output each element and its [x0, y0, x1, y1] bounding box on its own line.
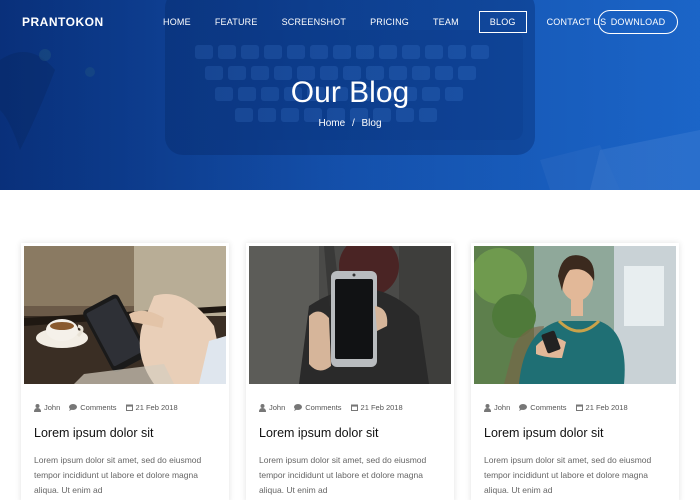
blog-card-date: 21 Feb 2018	[360, 403, 403, 412]
calendar-icon	[125, 404, 133, 411]
nav-item-team[interactable]: TEAM	[421, 11, 471, 33]
blog-card-comments[interactable]: Comments	[305, 403, 341, 412]
nav-item-screenshot[interactable]: SCREENSHOT	[270, 11, 359, 33]
blog-card-image-hand-phone[interactable]	[249, 246, 451, 384]
blog-card-image-woman-phone[interactable]	[474, 246, 676, 384]
nav-item-blog[interactable]: BLOG	[478, 11, 527, 33]
nav-item-pricing[interactable]: PRICING	[358, 11, 421, 33]
blog-card-author[interactable]: John	[269, 403, 285, 412]
comment-icon	[519, 404, 528, 411]
blog-card-title[interactable]: Lorem ipsum dolor sit	[474, 426, 676, 440]
blog-card: John Comments 21 Feb 2018 Lorem ipsum do…	[246, 243, 454, 500]
comment-icon	[294, 404, 303, 411]
breadcrumb-separator: /	[351, 118, 355, 129]
blog-card-excerpt: Lorem ipsum dolor sit amet, sed do eiusm…	[259, 455, 427, 495]
blog-card-image-phone-coffee[interactable]	[24, 246, 226, 384]
blog-card-list: John Comments 21 Feb 2018 Lorem ipsum do…	[21, 243, 679, 500]
blog-card-meta: John Comments 21 Feb 2018	[24, 403, 226, 412]
brand-logo[interactable]: PRANTOKON	[22, 15, 104, 29]
blog-card: John Comments 21 Feb 2018 Lorem ipsum do…	[471, 243, 679, 500]
breadcrumb: Home / Blog	[0, 118, 700, 129]
user-icon	[484, 403, 491, 412]
blog-card-comments[interactable]: Comments	[80, 403, 116, 412]
nav-item-home[interactable]: HOME	[151, 11, 203, 33]
blog-card-author[interactable]: John	[494, 403, 510, 412]
blog-card-excerpt: Lorem ipsum dolor sit amet, sed do eiusm…	[484, 455, 652, 495]
blog-card-date: 21 Feb 2018	[585, 403, 628, 412]
user-icon	[259, 403, 266, 412]
blog-card-author[interactable]: John	[44, 403, 60, 412]
blog-card-title[interactable]: Lorem ipsum dolor sit	[24, 426, 226, 440]
blog-card-comments[interactable]: Comments	[530, 403, 566, 412]
breadcrumb-current: Blog	[361, 118, 382, 129]
blog-card-excerpt: Lorem ipsum dolor sit amet, sed do eiusm…	[34, 455, 202, 495]
user-icon	[34, 403, 41, 412]
page-title: Our Blog	[290, 76, 410, 109]
nav-item-feature[interactable]: FEATURE	[203, 11, 270, 33]
blog-card: John Comments 21 Feb 2018 Lorem ipsum do…	[21, 243, 229, 500]
breadcrumb-home-link[interactable]: Home	[318, 118, 345, 129]
blog-card-title[interactable]: Lorem ipsum dolor sit	[249, 426, 451, 440]
download-button[interactable]: DOWNLOAD	[598, 10, 678, 34]
main-nav: HOME FEATURE SCREENSHOT PRICING TEAM BLO…	[151, 11, 618, 33]
calendar-icon	[350, 404, 358, 411]
blog-card-meta: John Comments 21 Feb 2018	[249, 403, 451, 412]
blog-card-date: 21 Feb 2018	[135, 403, 178, 412]
hero-banner: PRANTOKON HOME FEATURE SCREENSHOT PRICIN…	[0, 0, 700, 190]
comment-icon	[69, 404, 78, 411]
calendar-icon	[575, 404, 583, 411]
blog-card-meta: John Comments 21 Feb 2018	[474, 403, 676, 412]
